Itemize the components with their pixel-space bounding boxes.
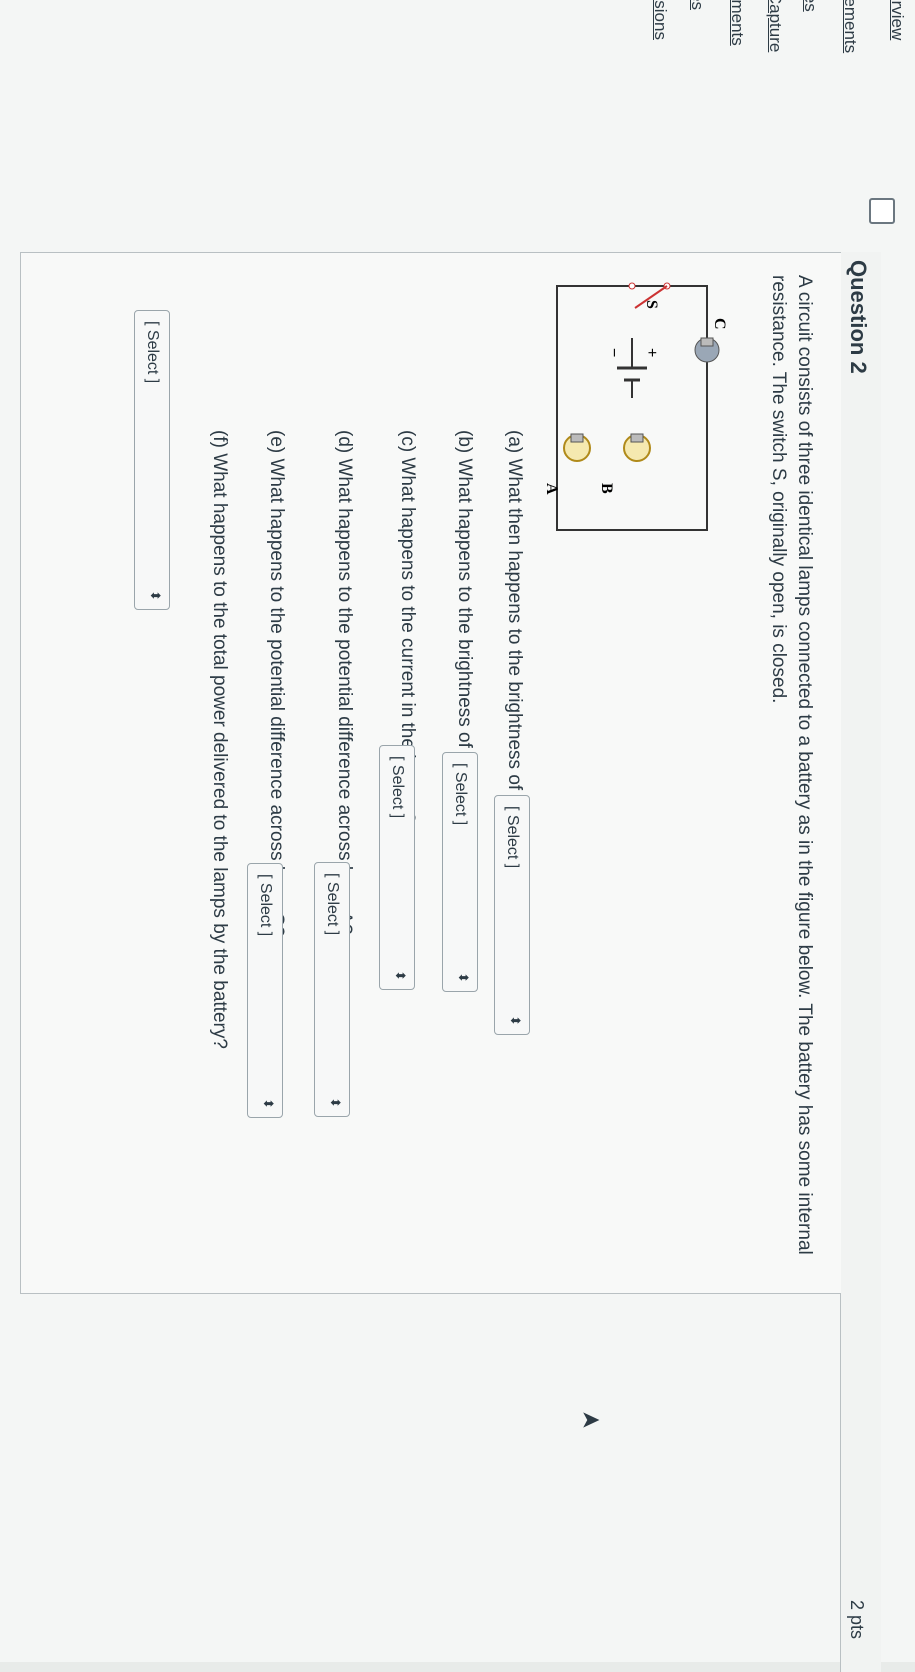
battery-minus-label: − xyxy=(605,348,622,357)
lamp-b-icon xyxy=(623,433,651,462)
select-d-value: [ Select ] xyxy=(324,873,341,936)
question-title: Question 2 xyxy=(846,260,871,374)
select-a[interactable]: [ Select ] ⬍ xyxy=(494,795,530,1035)
question-prompt: A circuit consists of three identical la… xyxy=(768,275,815,1255)
battery-plus-label: + xyxy=(643,348,660,357)
lamp-a-icon xyxy=(563,433,591,462)
flag-question-checkbox[interactable] xyxy=(869,198,895,224)
chevron-updown-icon: ⬍ xyxy=(393,970,408,981)
nav-item-modules[interactable]: les xyxy=(800,0,820,12)
chevron-updown-icon: ⬍ xyxy=(456,972,471,983)
switch-s-label: S xyxy=(643,300,660,309)
select-d[interactable]: [ Select ] ⬍ xyxy=(314,862,350,1117)
select-b[interactable]: [ Select ] ⬍ xyxy=(442,752,478,992)
nav-item-lecture-capture[interactable]: re Capture xyxy=(765,0,785,52)
chevron-updown-icon: ⬍ xyxy=(508,1015,523,1026)
mouse-cursor-icon: ➤ xyxy=(580,1406,601,1434)
nav-item-discussions[interactable]: issions xyxy=(650,0,670,40)
battery-icon xyxy=(617,338,647,398)
lamp-c-label: C xyxy=(711,318,727,330)
select-c-value: [ Select ] xyxy=(389,756,406,819)
nav-item-announcements[interactable]: uncements xyxy=(840,0,860,53)
subquestion-d: (d) What happens to the potential differ… xyxy=(334,430,355,935)
select-f-value: [ Select ] xyxy=(144,321,161,384)
nav-item-overview[interactable]: t Overview xyxy=(887,0,907,40)
chevron-updown-icon: ⬍ xyxy=(148,590,163,601)
page-stage: t Overview uncements les re Capture nmen… xyxy=(0,0,915,1672)
question-header xyxy=(840,252,881,1672)
select-e[interactable]: [ Select ] ⬍ xyxy=(247,863,283,1118)
select-b-value: [ Select ] xyxy=(452,763,469,826)
select-a-value: [ Select ] xyxy=(504,806,521,869)
select-c[interactable]: [ Select ] ⬍ xyxy=(379,745,415,990)
subquestion-f: (f) What happens to the total power deli… xyxy=(209,430,230,1049)
circuit-wire-loop xyxy=(556,285,708,531)
nav-item-quizzes[interactable]: es xyxy=(687,0,707,10)
course-nav: t Overview uncements les re Capture nmen… xyxy=(0,0,915,120)
lamp-a-label: A xyxy=(543,483,560,495)
question-points: 2 pts xyxy=(847,1600,867,1640)
circuit-diagram: C S + − A B xyxy=(543,282,727,531)
chevron-updown-icon: ⬍ xyxy=(261,1098,276,1109)
lamp-b-label: B xyxy=(598,483,615,494)
subquestion-e: (e) What happens to the potential differ… xyxy=(266,430,287,937)
lamp-c-icon xyxy=(694,337,720,363)
nav-item-assignments[interactable]: nments xyxy=(727,0,747,46)
select-e-value: [ Select ] xyxy=(257,874,274,937)
chevron-updown-icon: ⬍ xyxy=(328,1097,343,1108)
select-f[interactable]: [ Select ] ⬍ xyxy=(134,310,170,610)
